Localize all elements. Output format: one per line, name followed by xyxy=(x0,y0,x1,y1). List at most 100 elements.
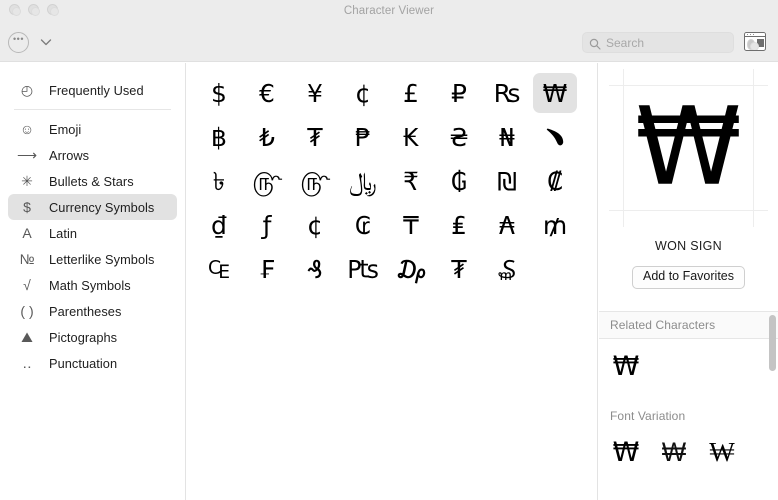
sidebar-item-label: Frequently Used xyxy=(49,82,144,98)
sidebar-item-label: Pictographs xyxy=(49,329,118,345)
sidebar-item-frequently-used[interactable]: ◴ Frequently Used xyxy=(8,77,177,103)
character-cell[interactable]: ¢ xyxy=(341,73,385,113)
clock-icon: ◴ xyxy=(20,82,34,98)
sidebar-item-label: Emoji xyxy=(49,121,82,137)
letter-a-icon: A xyxy=(22,225,32,241)
character-cell[interactable]: ₣ xyxy=(245,249,289,289)
character-cell[interactable]: ₷ xyxy=(485,249,529,289)
sidebar-item-label: Letterlike Symbols xyxy=(49,251,155,267)
sidebar-item-label: Arrows xyxy=(49,147,90,163)
sidebar-item-label: Latin xyxy=(49,225,77,241)
sidebar-item-latin[interactable]: A Latin xyxy=(8,220,177,246)
character-cell[interactable]: ₨ xyxy=(485,73,529,113)
sidebar-item-label: Parentheses xyxy=(49,303,122,319)
character-cell[interactable]: ƒ xyxy=(245,205,289,245)
character-cell[interactable]: ﹅ xyxy=(533,117,577,157)
punctuation-icon: ‥ xyxy=(22,355,32,371)
character-cell[interactable]: ₴ xyxy=(437,117,481,157)
character-cell[interactable]: ₠ xyxy=(197,249,241,289)
search-field[interactable] xyxy=(582,32,734,53)
character-preview: ₩ xyxy=(599,63,778,233)
dollar-icon: $ xyxy=(23,199,31,215)
font-variation-3[interactable]: ₩ xyxy=(701,433,743,473)
arrow-right-icon: ⟶ xyxy=(16,147,38,163)
related-characters-row: ₩ xyxy=(599,339,778,387)
character-cell[interactable]: ₮ xyxy=(293,117,337,157)
sidebar-divider xyxy=(14,109,171,110)
options-button[interactable]: ••• xyxy=(8,32,29,53)
parentheses-icon: ( ) xyxy=(20,303,34,319)
sidebar-item-letterlike-symbols[interactable]: № Letterlike Symbols xyxy=(8,246,177,272)
keyboard-viewer-toggle-icon[interactable] xyxy=(744,32,766,51)
character-cell[interactable]: ₹ xyxy=(389,161,433,201)
character-cell[interactable]: € xyxy=(245,73,289,113)
character-cell[interactable]: ₽ xyxy=(437,73,481,113)
character-cell[interactable]: ₧ xyxy=(341,249,385,289)
radical-icon: √ xyxy=(23,277,31,293)
font-variation-2[interactable]: ₩ xyxy=(654,433,694,473)
font-variation-row: ₩ ₩ ₩ xyxy=(599,425,778,473)
character-cell[interactable]: ௹ xyxy=(293,161,337,201)
character-cell[interactable]: ₯ xyxy=(389,249,433,289)
zoom-button[interactable] xyxy=(47,4,59,16)
character-cell[interactable]: ௹ xyxy=(245,161,289,201)
character-grid-pane: $ € ¥ ¢ £ ₽ ₨ ₩ ฿ ₺ ₮ ₱ ₭ ₴ ₦ ﹅ ৳ ௹ ௹ ﷼ ₹ ₲ ₪ ₡ ₫ ƒ ¢ ₢ ₸ ₤ ₳ ₥ ₠ ₣ ₰ ₧ ₯ ₮ ₷ xyxy=(187,63,598,500)
character-cell[interactable]: ₡ xyxy=(533,161,577,201)
character-cell[interactable]: ₭ xyxy=(389,117,433,157)
character-cell[interactable]: ₸ xyxy=(389,205,433,245)
sidebar: ◴ Frequently Used ☺ Emoji ⟶ Arrows ✳ Bullets & … xyxy=(0,63,186,500)
character-cell[interactable]: ₢ xyxy=(341,205,385,245)
character-cell[interactable]: ₺ xyxy=(245,117,289,157)
character-cell[interactable]: ₦ xyxy=(485,117,529,157)
character-cell[interactable]: ₮ xyxy=(437,249,481,289)
character-cell[interactable]: ₩ xyxy=(533,73,577,113)
sidebar-item-punctuation[interactable]: ‥ Punctuation xyxy=(8,350,177,376)
detail-scrollbar[interactable] xyxy=(769,315,776,371)
character-grid: $ € ¥ ¢ £ ₽ ₨ ₩ ฿ ₺ ₮ ₱ ₭ ₴ ₦ ﹅ ৳ ௹ ௹ ﷼ ₹ ₲ ₪ ₡ ₫ ƒ ¢ ₢ ₸ ₤ ₳ ₥ ₠ ₣ ₰ ₧ ₯ ₮ ₷ xyxy=(195,71,597,291)
character-cell[interactable]: ₪ xyxy=(485,161,529,201)
sidebar-item-bullets-stars[interactable]: ✳ Bullets & Stars xyxy=(8,168,177,194)
related-characters-header: Related Characters xyxy=(599,310,778,339)
character-cell[interactable]: ₰ xyxy=(293,249,337,289)
character-cell[interactable]: £ xyxy=(389,73,433,113)
numero-icon: № xyxy=(19,251,35,267)
font-variation-header: Font Variation xyxy=(610,408,686,423)
character-cell[interactable]: ﷼ xyxy=(341,161,385,201)
character-viewer-window: Character Viewer ••• Search ◴ Frequently… xyxy=(0,0,778,500)
sidebar-item-arrows[interactable]: ⟶ Arrows xyxy=(8,142,177,168)
preview-glyph: ₩ xyxy=(635,85,742,210)
sidebar-item-math-symbols[interactable]: √ Math Symbols xyxy=(8,272,177,298)
traffic-lights xyxy=(9,4,59,16)
sidebar-item-parentheses[interactable]: ( ) Parentheses xyxy=(8,298,177,324)
character-cell[interactable]: $ xyxy=(197,73,241,113)
character-name: WON SIGN xyxy=(655,239,722,253)
search-icon xyxy=(589,37,601,50)
related-character[interactable]: ₩ xyxy=(605,347,647,387)
character-cell[interactable]: ¥ xyxy=(293,73,337,113)
font-variation-1[interactable]: ₩ xyxy=(605,433,647,473)
character-cell[interactable]: ₥ xyxy=(533,205,577,245)
title-bar: Character Viewer xyxy=(0,0,778,22)
character-cell[interactable]: ฿ xyxy=(197,117,241,157)
minimize-button[interactable] xyxy=(28,4,40,16)
search-input[interactable] xyxy=(606,35,724,50)
ellipsis-icon: ••• xyxy=(13,34,24,44)
character-cell[interactable]: ₱ xyxy=(341,117,385,157)
sidebar-item-pictographs[interactable]: ⛰ Pictographs xyxy=(8,324,177,350)
character-cell[interactable]: ৳ xyxy=(197,161,241,201)
character-cell[interactable]: ₳ xyxy=(485,205,529,245)
sidebar-item-label: Bullets & Stars xyxy=(49,173,134,189)
character-cell[interactable]: ₤ xyxy=(437,205,481,245)
sidebar-item-currency-symbols[interactable]: $ Currency Symbols xyxy=(8,194,177,220)
add-to-favorites-button[interactable]: Add to Favorites xyxy=(631,266,745,289)
close-button[interactable] xyxy=(9,4,21,16)
character-cell[interactable]: ¢ xyxy=(293,205,337,245)
character-cell[interactable]: ₲ xyxy=(437,161,481,201)
window-title: Character Viewer xyxy=(343,5,435,17)
sidebar-item-label: Math Symbols xyxy=(49,277,131,293)
character-detail-panel: ₩ WON SIGN Add to Favorites Related Char… xyxy=(599,63,778,500)
character-cell[interactable]: ₫ xyxy=(197,205,241,245)
toolbar: ••• xyxy=(0,22,778,62)
sidebar-item-emoji[interactable]: ☺ Emoji xyxy=(8,116,177,142)
chevron-down-icon[interactable] xyxy=(38,34,54,50)
